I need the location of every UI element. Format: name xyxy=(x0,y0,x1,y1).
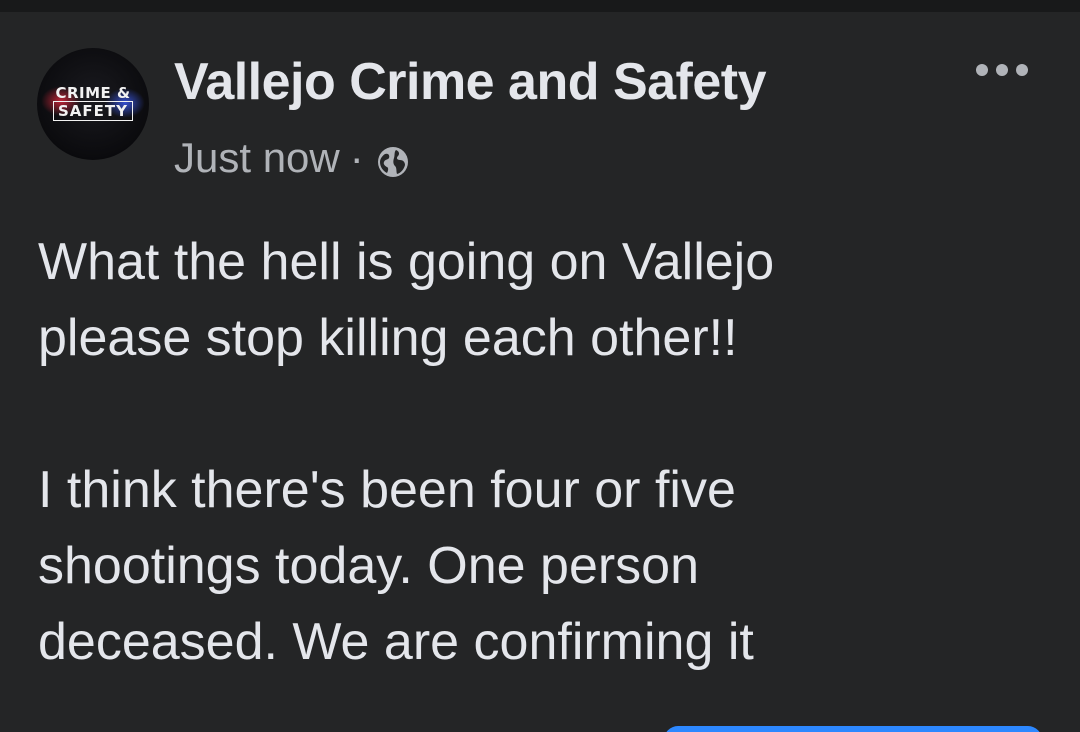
post-meta: Just now · xyxy=(174,134,410,182)
more-dot xyxy=(976,64,988,76)
action-button[interactable] xyxy=(664,726,1042,732)
avatar-logo-line2: SAFETY xyxy=(37,101,149,121)
avatar-logo-line1: CRIME & xyxy=(55,84,131,102)
avatar-logo-line2-text: SAFETY xyxy=(53,101,133,121)
post-paragraph-2: I think there's been four or five shooti… xyxy=(38,461,754,671)
top-divider xyxy=(0,0,1080,12)
globe-icon[interactable] xyxy=(376,141,410,177)
more-dot xyxy=(996,64,1008,76)
post-paragraph-1: What the hell is going on Vallejo please… xyxy=(38,233,775,367)
more-dot xyxy=(1016,64,1028,76)
post-body: What the hell is going on Vallejo please… xyxy=(38,224,1048,680)
meta-separator: · xyxy=(349,134,364,181)
page-name-link[interactable]: Vallejo Crime and Safety xyxy=(174,52,767,112)
page-avatar[interactable]: CRIME & SAFETY xyxy=(37,48,149,160)
post-timestamp[interactable]: Just now xyxy=(174,134,340,182)
more-options-icon[interactable] xyxy=(976,56,1028,84)
facebook-post: CRIME & SAFETY Vallejo Crime and Safety … xyxy=(0,0,1080,732)
